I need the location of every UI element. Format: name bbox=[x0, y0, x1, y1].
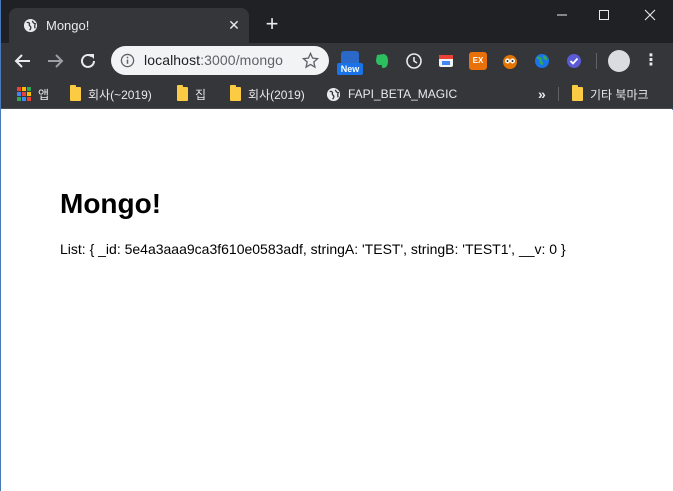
list-text: List: { _id: 5e4a3aaa9ca3f610e0583adf, s… bbox=[60, 241, 566, 257]
info-icon[interactable] bbox=[120, 53, 135, 68]
clock-extension-icon[interactable] bbox=[405, 52, 423, 70]
bookmark-label: 회사(2019) bbox=[248, 87, 305, 102]
bookmark-apps[interactable]: 앱 bbox=[17, 85, 49, 103]
folder-icon bbox=[230, 85, 241, 101]
bookmarks-divider bbox=[558, 87, 559, 101]
browser-window: Mongo! ✕ + localhost:3000/mongo EX ⋮ New… bbox=[0, 0, 673, 491]
reload-icon bbox=[81, 53, 95, 68]
globe-icon bbox=[23, 18, 38, 33]
forward-button[interactable] bbox=[43, 49, 67, 73]
bookmark-fapi-beta-magic[interactable]: FAPI_BETA_MAGIC bbox=[326, 85, 457, 103]
new-badge: New bbox=[337, 63, 363, 75]
folder-icon bbox=[572, 85, 583, 101]
back-button[interactable] bbox=[11, 49, 35, 73]
page-content: Mongo! List: { _id: 5e4a3aaa9ca3f610e058… bbox=[1, 110, 673, 491]
evernote-icon[interactable] bbox=[373, 52, 391, 70]
tab-mongo[interactable]: Mongo! ✕ bbox=[9, 8, 249, 43]
tab-close-icon[interactable]: ✕ bbox=[226, 17, 242, 33]
maximize-icon bbox=[598, 10, 609, 20]
url-text[interactable]: localhost:3000/mongo bbox=[144, 52, 283, 69]
other-bookmarks-label: 기타 북마크 bbox=[590, 87, 649, 102]
minimize-button[interactable] bbox=[539, 0, 584, 30]
url-path: :3000/mongo bbox=[200, 52, 283, 68]
ex-extension-icon[interactable]: EX bbox=[469, 52, 487, 70]
title-bar: Mongo! ✕ + bbox=[1, 0, 673, 43]
bookmarks-bar: 앱 회사(~2019) 집 회사(2019) FAPI_BETA_MAGIC »… bbox=[1, 79, 673, 109]
tab-title: Mongo! bbox=[46, 18, 90, 33]
back-arrow-icon bbox=[14, 54, 30, 68]
bookmark-folder-company-2019[interactable]: 회사(2019) bbox=[230, 85, 305, 103]
page-heading: Mongo! bbox=[60, 188, 162, 219]
check-extension-icon[interactable] bbox=[565, 52, 583, 70]
earth-extension-icon[interactable] bbox=[533, 52, 551, 70]
owl-extension-icon[interactable] bbox=[501, 52, 519, 70]
folder-icon bbox=[177, 85, 188, 101]
url-host: localhost bbox=[144, 52, 201, 68]
bookmark-label: 회사(~2019) bbox=[88, 87, 152, 102]
close-icon bbox=[644, 9, 655, 21]
bookmark-folder-home[interactable]: 집 bbox=[177, 85, 206, 103]
screenshot-extension-icon[interactable] bbox=[437, 52, 455, 70]
reload-button[interactable] bbox=[76, 49, 100, 73]
globe-icon bbox=[326, 87, 341, 101]
new-tab-button[interactable]: + bbox=[262, 13, 282, 35]
address-bar[interactable]: localhost:3000/mongo bbox=[111, 46, 329, 75]
bookmark-star-icon[interactable] bbox=[302, 52, 319, 69]
bookmark-label: 앱 bbox=[38, 87, 50, 102]
profile-avatar[interactable] bbox=[608, 50, 630, 72]
bookmark-folder-company-old[interactable]: 회사(~2019) bbox=[70, 85, 152, 103]
bookmarks-overflow-button[interactable]: » bbox=[538, 85, 546, 103]
toolbar-divider bbox=[596, 53, 597, 69]
bookmark-label: FAPI_BETA_MAGIC bbox=[348, 87, 458, 101]
close-window-button[interactable] bbox=[627, 0, 672, 30]
menu-dots-icon[interactable]: ⋮ bbox=[641, 51, 661, 71]
minimize-icon bbox=[556, 14, 567, 16]
forward-arrow-icon bbox=[48, 54, 64, 68]
other-bookmarks[interactable]: 기타 북마크 bbox=[572, 85, 649, 103]
folder-icon bbox=[70, 85, 81, 101]
bookmark-label: 집 bbox=[195, 87, 207, 102]
apps-grid-icon bbox=[17, 87, 31, 101]
maximize-button[interactable] bbox=[581, 0, 626, 30]
